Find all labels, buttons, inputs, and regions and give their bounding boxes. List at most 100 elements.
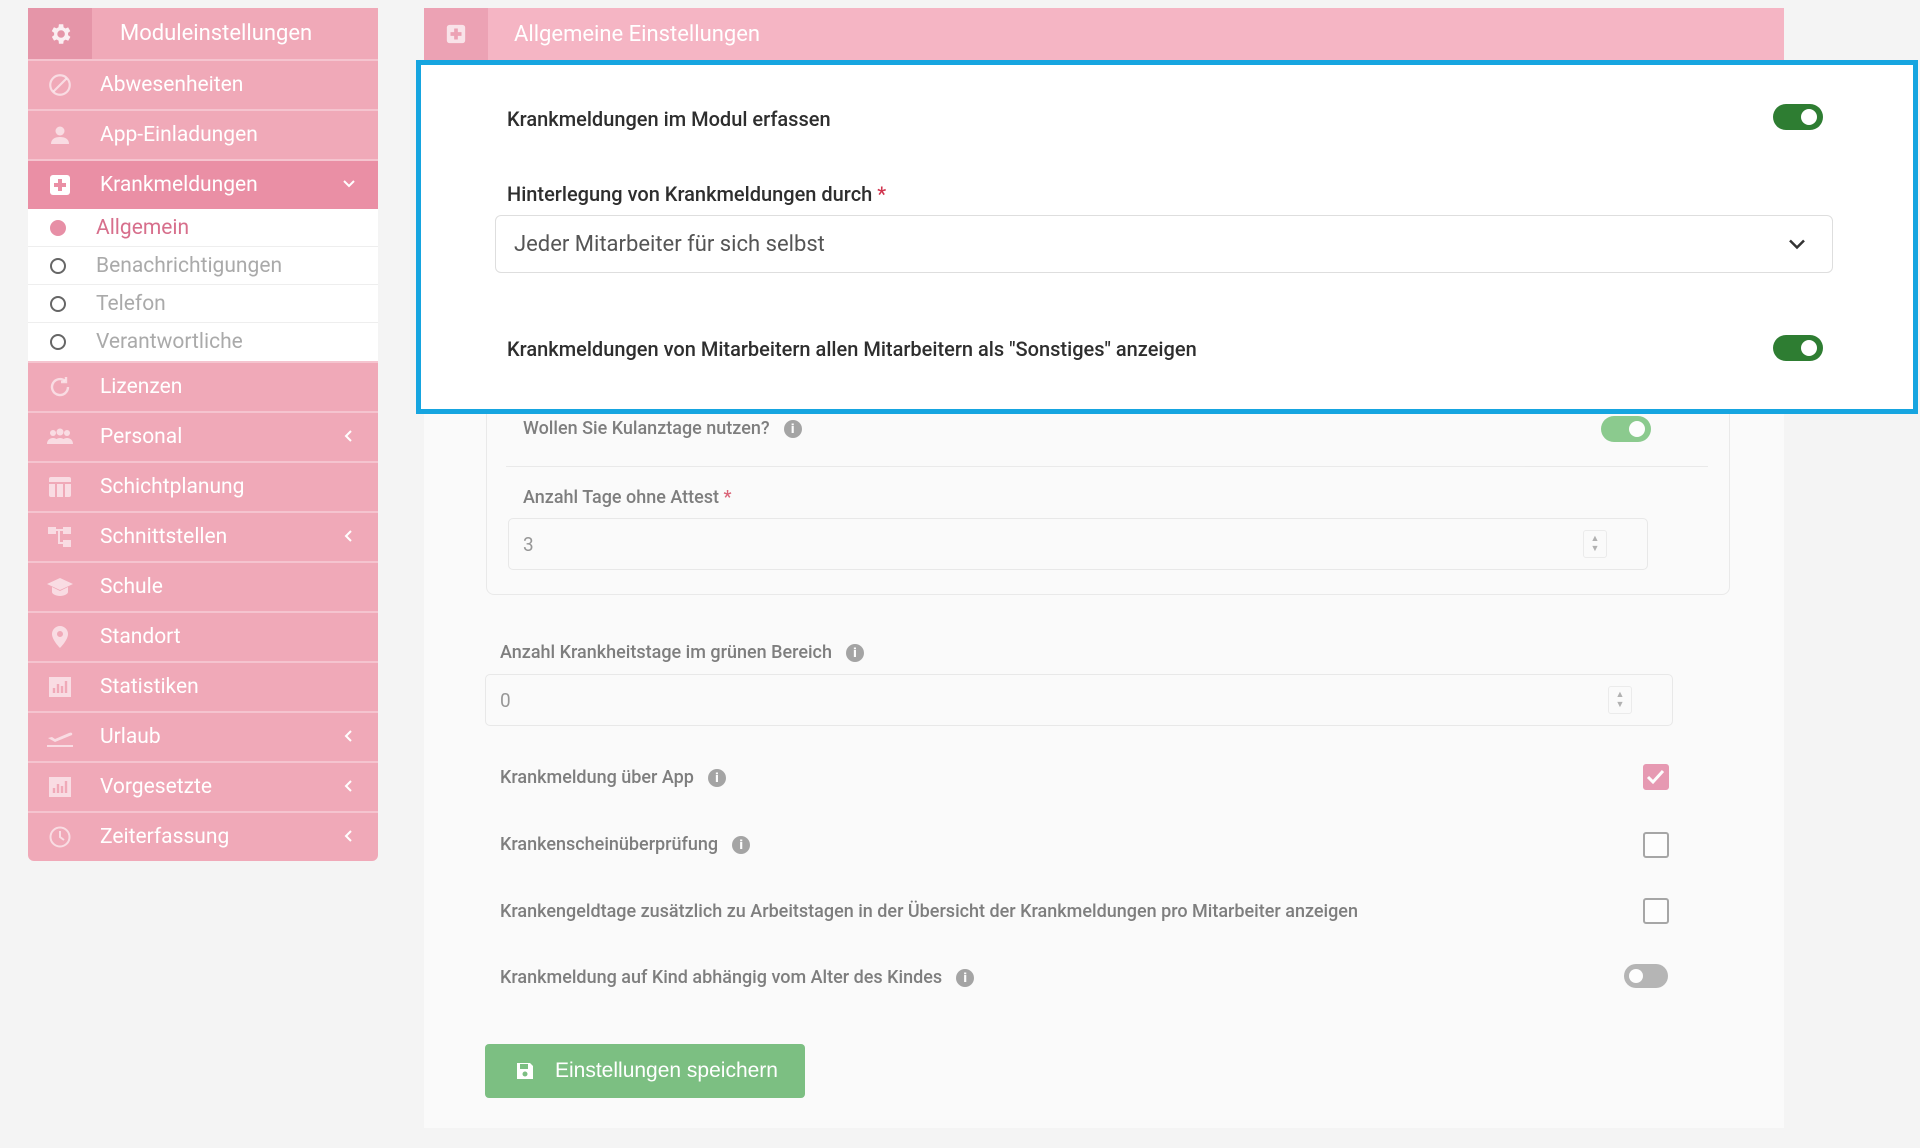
- chevron-left-icon: [342, 725, 356, 749]
- ban-icon: [30, 72, 90, 98]
- sidebar-subitem-telefon[interactable]: Telefon: [28, 285, 378, 323]
- toggle1-switch[interactable]: [1773, 104, 1823, 130]
- refresh-icon: [30, 375, 90, 399]
- sitemap-icon: [30, 525, 90, 549]
- info-icon[interactable]: i: [956, 969, 975, 988]
- radio-dot-icon: [50, 257, 66, 274]
- panel-title: Allgemeine Einstellungen: [514, 21, 761, 47]
- info-icon[interactable]: i: [707, 769, 726, 788]
- sidebar-submenu: Allgemein Benachrichtigungen Telefon Ver…: [28, 209, 378, 361]
- sidebar-item-standort[interactable]: Standort: [28, 611, 378, 661]
- gear-icon: [28, 8, 92, 59]
- sidebar-item-label: Statistiken: [100, 675, 199, 699]
- chevron-down-icon: [342, 173, 356, 197]
- select-label: Hinterlegung von Krankmeldungen durch *: [507, 182, 887, 206]
- sidebar-item-label: Lizenzen: [100, 375, 183, 399]
- sidebar-item-label: Personal: [100, 425, 183, 449]
- toggle2-switch[interactable]: [1773, 335, 1823, 361]
- sidebar-item-label: Urlaub: [100, 725, 161, 749]
- kind-toggle[interactable]: [1624, 964, 1668, 988]
- save-button[interactable]: Einstellungen speichern: [485, 1044, 805, 1098]
- sidebar-header: Moduleinstellungen: [28, 8, 378, 59]
- sidebar-item-urlaub[interactable]: Urlaub: [28, 711, 378, 761]
- sidebar-item-lizenzen[interactable]: Lizenzen: [28, 361, 378, 411]
- sidebar-item-abwesenheiten[interactable]: Abwesenheiten: [28, 59, 378, 109]
- chart-box-icon: [30, 776, 90, 798]
- sidebar-item-schnittstellen[interactable]: Schnittstellen: [28, 511, 378, 561]
- info-icon[interactable]: i: [783, 420, 802, 439]
- app-checkbox[interactable]: [1643, 764, 1669, 790]
- subitem-label: Allgemein: [96, 215, 190, 240]
- kulanz-label: Wollen Sie Kulanztage nutzen? i: [523, 418, 802, 439]
- sidebar-item-vorgesetzte[interactable]: Vorgesetzte: [28, 761, 378, 811]
- toggle2-label: Krankmeldungen von Mitarbeitern allen Mi…: [507, 337, 1197, 361]
- info-icon[interactable]: i: [732, 836, 751, 855]
- save-label: Einstellungen speichern: [555, 1059, 778, 1082]
- sidebar-item-schule[interactable]: Schule: [28, 561, 378, 611]
- radio-dot-icon: [50, 295, 66, 312]
- tage-label: Anzahl Tage ohne Attest *: [523, 487, 732, 508]
- gruen-value: 0: [500, 688, 511, 712]
- sidebar-item-label: App-Einladungen: [100, 123, 258, 147]
- sidebar-subitem-allgemein[interactable]: Allgemein: [28, 209, 378, 247]
- sidebar-item-personal[interactable]: Personal: [28, 411, 378, 461]
- panel-header: Allgemeine Einstellungen: [424, 8, 1784, 60]
- check-icon: [1646, 769, 1665, 785]
- hinterlegung-select[interactable]: Jeder Mitarbeiter für sich selbst: [495, 215, 1833, 273]
- geld-label: Krankengeldtage zusätzlich zu Arbeitstag…: [500, 901, 1358, 922]
- toggle1-label: Krankmeldungen im Modul erfassen: [507, 107, 831, 131]
- table-icon: [30, 476, 90, 498]
- schein-label: Krankenscheinüberprüfung i: [500, 834, 751, 855]
- chevron-left-icon: [342, 825, 356, 849]
- kind-label: Krankmeldung auf Kind abhängig vom Alter…: [500, 967, 975, 988]
- sidebar-item-schichtplanung[interactable]: Schichtplanung: [28, 461, 378, 511]
- user-icon: [30, 123, 90, 147]
- radio-dot-icon: [50, 334, 66, 350]
- stepper-icon[interactable]: ▲ ▼: [1583, 530, 1607, 558]
- tage-input[interactable]: 3 ▲ ▼: [508, 518, 1648, 570]
- sidebar-item-krankmeldungen[interactable]: Krankmeldungen: [28, 159, 378, 209]
- tage-value: 3: [523, 532, 534, 556]
- sidebar-item-label: Krankmeldungen: [100, 173, 258, 197]
- geld-checkbox[interactable]: [1643, 898, 1669, 924]
- highlight-box: Krankmeldungen im Modul erfassen Hinterl…: [416, 60, 1918, 414]
- chevron-left-icon: [342, 425, 356, 449]
- kulanz-toggle[interactable]: [1601, 416, 1651, 442]
- divider: [506, 466, 1708, 467]
- sidebar-item-label: Vorgesetzte: [100, 775, 212, 799]
- bar-chart-icon: [30, 676, 90, 698]
- info-icon[interactable]: i: [845, 644, 864, 663]
- app-label: Krankmeldung über App i: [500, 767, 726, 788]
- clock-icon: [30, 825, 90, 849]
- chevron-left-icon: [342, 525, 356, 549]
- chevron-down-icon: [1788, 232, 1806, 257]
- subitem-label: Verantwortliche: [96, 330, 243, 354]
- chevron-left-icon: [342, 775, 356, 799]
- sidebar: Moduleinstellungen Abwesenheiten App-Ein…: [28, 8, 378, 861]
- sidebar-item-label: Zeiterfassung: [100, 825, 230, 849]
- map-marker-icon: [30, 625, 90, 649]
- subitem-label: Benachrichtigungen: [96, 253, 283, 278]
- sidebar-subitem-benachrichtigungen[interactable]: Benachrichtigungen: [28, 247, 378, 285]
- graduation-cap-icon: [30, 576, 90, 598]
- sidebar-item-zeiterfassung[interactable]: Zeiterfassung: [28, 811, 378, 861]
- sidebar-item-label: Standort: [100, 625, 181, 649]
- sidebar-item-app-einladungen[interactable]: App-Einladungen: [28, 109, 378, 159]
- select-value: Jeder Mitarbeiter für sich selbst: [514, 231, 825, 257]
- floppy-disk-icon: [515, 1061, 535, 1081]
- subitem-label: Telefon: [96, 291, 166, 316]
- stepper-icon[interactable]: ▲ ▼: [1608, 686, 1632, 714]
- sidebar-item-statistiken[interactable]: Statistiken: [28, 661, 378, 711]
- sidebar-item-label: Schichtplanung: [100, 475, 245, 499]
- sidebar-item-label: Schule: [100, 575, 163, 599]
- gruen-input[interactable]: 0 ▲ ▼: [485, 674, 1673, 726]
- sidebar-item-label: Abwesenheiten: [100, 73, 244, 97]
- gruen-label: Anzahl Krankheitstage im grünen Bereich i: [500, 642, 864, 663]
- sidebar-item-label: Schnittstellen: [100, 525, 228, 549]
- medical-cross-icon: [424, 8, 488, 60]
- users-icon: [30, 426, 90, 448]
- schein-checkbox[interactable]: [1643, 832, 1669, 858]
- medical-cross-icon: [30, 173, 90, 197]
- sidebar-subitem-verantwortliche[interactable]: Verantwortliche: [28, 323, 378, 361]
- radio-dot-icon: [50, 219, 66, 236]
